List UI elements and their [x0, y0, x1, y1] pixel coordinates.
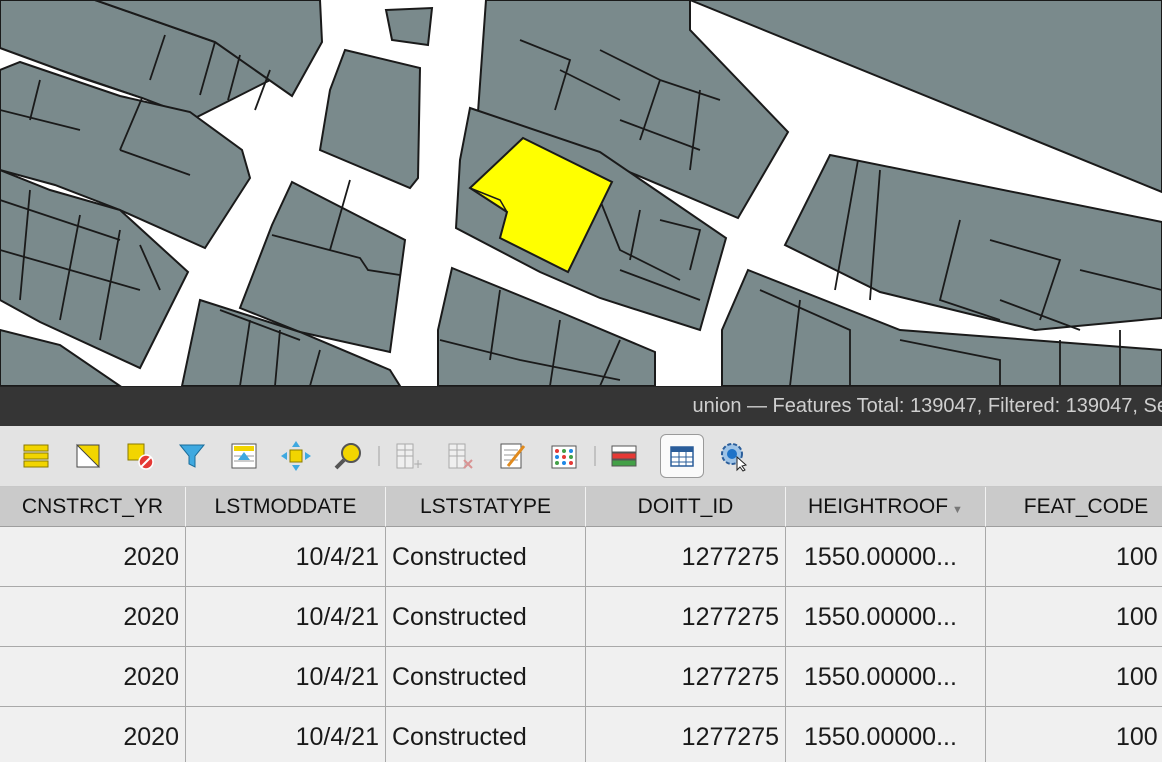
building-polygon: [783, 153, 1162, 332]
invert-selection-button[interactable]: [66, 434, 110, 478]
column-header-cnstrct-yr[interactable]: CNSTRCT_YR: [0, 487, 186, 527]
column-header-label: HEIGHTROOF: [808, 494, 949, 518]
open-field-calculator-button[interactable]: [490, 434, 534, 478]
table-cell[interactable]: 10/4/21: [186, 527, 386, 587]
table-view-button[interactable]: [660, 434, 704, 478]
table-cell[interactable]: 1550.00000...: [786, 647, 986, 707]
table-cell[interactable]: 2020: [0, 527, 186, 587]
dock-attribute-table-button[interactable]: [602, 434, 646, 478]
new-field-icon: +: [396, 443, 423, 471]
select-all-button[interactable]: [14, 434, 58, 478]
map-canvas[interactable]: [0, 0, 1162, 386]
toolbar-separator: [594, 446, 596, 466]
table-cell[interactable]: 1550.00000...: [786, 707, 986, 762]
table-cell[interactable]: Constructed: [386, 707, 586, 762]
actions-icon: [721, 443, 748, 472]
table-cell[interactable]: 2020: [0, 707, 186, 762]
zoom-to-selected-button[interactable]: [326, 434, 370, 478]
deselect-all-button[interactable]: [118, 434, 162, 478]
column-header-label: CNSTRCT_YR: [21, 494, 164, 518]
deselect-all-icon: [127, 443, 154, 470]
table-view-icon: [670, 446, 694, 467]
zoom-to-selected-icon: [334, 443, 361, 470]
table-cell[interactable]: 100: [986, 527, 1162, 587]
column-header-label: DOITT_ID: [637, 494, 734, 518]
table-cell[interactable]: 10/4/21: [186, 707, 386, 762]
move-selection-to-top-button[interactable]: [222, 434, 266, 478]
map-features: [0, 0, 1162, 386]
table-cell[interactable]: 10/4/21: [186, 587, 386, 647]
open-field-calculator-icon: [500, 443, 526, 469]
table-cell[interactable]: 2020: [0, 647, 186, 707]
toolbar-separator: [378, 446, 380, 466]
table-cell[interactable]: 1277275: [586, 707, 786, 762]
attribute-table-titlebar: union — Features Total: 139047, Filtered…: [0, 386, 1162, 427]
column-header-label: FEAT_CODE: [1023, 494, 1149, 518]
column-header-label: LSTSTATYPE: [419, 494, 552, 518]
column-header-feat-code[interactable]: FEAT_CODE: [986, 487, 1162, 527]
attribute-table: CNSTRCT_YR LSTMODDATE LSTSTATYPE DOITT_I…: [0, 487, 1162, 762]
building-polygon: [318, 48, 422, 190]
table-cell[interactable]: Constructed: [386, 647, 586, 707]
conditional-formatting-button[interactable]: [542, 434, 586, 478]
attribute-table-toolbar: +: [0, 426, 1162, 487]
actions-button[interactable]: [712, 434, 756, 478]
new-field-button[interactable]: +: [386, 434, 430, 478]
column-header-doitt-id[interactable]: DOITT_ID: [586, 487, 786, 527]
table-row[interactable]: 2020 10/4/21 Constructed 1277275 1550.00…: [0, 647, 1162, 707]
table-cell[interactable]: 100: [986, 587, 1162, 647]
table-cell[interactable]: 1550.00000...: [786, 587, 986, 647]
table-cell[interactable]: 2020: [0, 587, 186, 647]
move-selection-to-top-icon: [231, 443, 257, 469]
table-row[interactable]: 2020 10/4/21 Constructed 1277275 1550.00…: [0, 587, 1162, 647]
window-title: union — Features Total: 139047, Filtered…: [692, 395, 1162, 417]
table-cell[interactable]: 1277275: [586, 527, 786, 587]
pan-to-selected-icon: [281, 441, 311, 471]
delete-field-button[interactable]: [438, 434, 482, 478]
table-cell[interactable]: 1277275: [586, 587, 786, 647]
invert-selection-icon: [76, 443, 101, 468]
pan-to-selected-button[interactable]: [274, 434, 318, 478]
conditional-formatting-icon: [551, 445, 577, 469]
dock-attribute-table-icon: [611, 445, 637, 467]
delete-field-icon: [448, 443, 473, 469]
table-cell[interactable]: Constructed: [386, 587, 586, 647]
select-all-icon: [23, 444, 49, 468]
filter-select-icon: [178, 444, 206, 468]
filter-select-button[interactable]: [170, 434, 214, 478]
table-cell[interactable]: 100: [986, 647, 1162, 707]
building-polygon: [384, 6, 434, 47]
table-cell[interactable]: 1277275: [586, 647, 786, 707]
svg-text:+: +: [413, 457, 423, 471]
table-cell[interactable]: 10/4/21: [186, 647, 386, 707]
sort-descending-icon: ▼: [952, 503, 963, 516]
table-cell[interactable]: Constructed: [386, 527, 586, 587]
column-header-lststatype[interactable]: LSTSTATYPE: [386, 487, 586, 527]
table-row[interactable]: 2020 10/4/21 Constructed 1277275 1550.00…: [0, 707, 1162, 762]
table-row[interactable]: 2020 10/4/21 Constructed 1277275 1550.00…: [0, 527, 1162, 587]
column-header-heightroof[interactable]: HEIGHTROOF ▼: [786, 487, 986, 527]
column-header-label: LSTMODDATE: [214, 494, 357, 518]
table-cell[interactable]: 1550.00000...: [786, 527, 986, 587]
column-header-lstmoddate[interactable]: LSTMODDATE: [186, 487, 386, 527]
table-cell[interactable]: 100: [986, 707, 1162, 762]
